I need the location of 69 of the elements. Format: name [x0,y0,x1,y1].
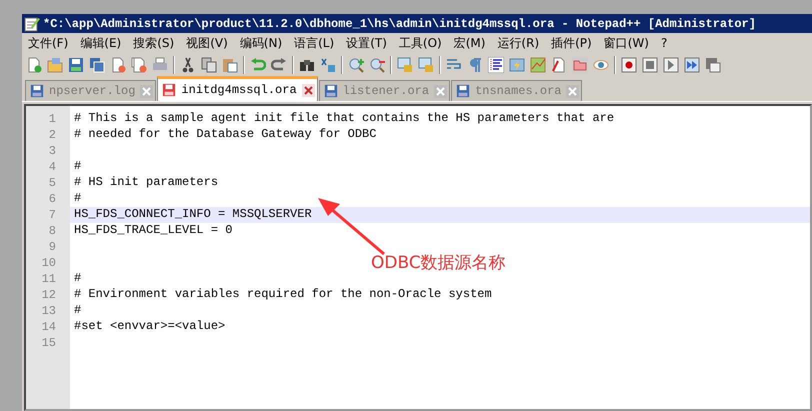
lightning-window-icon[interactable] [509,57,525,73]
annotation-text: ODBC数据源名称 [371,252,506,274]
code-line: # needed for the Database Gateway for ODBC [73,127,378,143]
line-number: 13 [40,303,57,319]
menu-item[interactable]: 文件(F) [24,34,76,52]
menu-item[interactable]: 搜索(S) [129,34,182,52]
paste-icon[interactable] [222,57,238,73]
pilcrow-icon[interactable] [467,57,483,73]
printer-icon[interactable] [152,57,168,73]
menu-item[interactable]: 宏(M) [450,34,494,52]
arrow-icon [316,196,386,256]
menu-item[interactable]: ? [656,36,676,50]
new-file-icon[interactable] [26,57,42,73]
line-number: 6 [48,191,57,207]
menu-item[interactable]: 工具(O) [394,34,450,52]
line-number: 14 [40,319,57,335]
notepad-icon [24,16,40,32]
line-number: 10 [40,255,57,271]
code-line: # [73,303,82,319]
line-number: 5 [48,175,57,191]
redo-icon[interactable] [271,57,287,73]
code-line: # HS init parameters [73,175,220,191]
eye-icon[interactable] [593,57,609,73]
menu-item[interactable]: 视图(V) [182,34,236,52]
code-line: #set <envvar>=<value> [73,319,226,335]
save-all-icon[interactable] [89,57,105,73]
copy-icon[interactable] [201,57,217,73]
zoom-out-icon[interactable] [369,57,385,73]
line-number: 2 [48,127,57,143]
zoom-in-icon[interactable] [348,57,364,73]
menu-item[interactable]: 编辑(E) [76,34,130,52]
record-icon[interactable] [621,57,637,73]
close-file-icon[interactable] [110,57,126,73]
menu-item[interactable]: 窗口(W) [600,34,657,52]
binoculars-icon[interactable] [299,57,315,73]
menu-item[interactable]: 运行(R) [493,34,548,52]
code-line: # [73,159,82,175]
menu-item[interactable]: 设置(T) [342,34,395,52]
undo-icon[interactable] [250,57,266,73]
folder-icon[interactable] [572,57,588,73]
line-number: 7 [48,207,57,223]
save-macro-icon[interactable] [705,57,721,73]
save-icon[interactable] [68,57,84,73]
indent-guide-icon[interactable] [488,57,504,73]
play-icon[interactable] [663,57,679,73]
line-number: 4 [48,159,57,175]
close-all-icon[interactable] [131,57,147,73]
code-line: HS_FDS_TRACE_LEVEL = 0 [73,223,234,239]
line-number: 1 [48,111,57,127]
line-number: 3 [48,143,57,159]
line-number: 12 [40,287,57,303]
code-line: # Environment variables required for the non-Oracle system [73,287,493,303]
open-folder-icon[interactable] [47,57,63,73]
code-line: # [73,191,82,207]
line-number: 8 [48,223,57,239]
fast-forward-icon[interactable] [684,57,700,73]
code-line: # [73,271,82,287]
line-number: 9 [48,239,57,255]
file-tab[interactable]: initdg4mssql.ora [157,76,318,101]
menu-item[interactable]: 语言(L) [290,34,342,52]
scissors-icon[interactable] [180,57,196,73]
close-icon[interactable] [302,84,315,96]
stop-icon[interactable] [642,57,658,73]
menu-item[interactable]: 插件(P) [547,34,600,52]
menu-item[interactable]: 编码(N) [236,34,290,52]
code-line: # This is a sample agent init file that contains the HS parameters that are [73,111,616,127]
line-number: 11 [40,271,57,287]
line-number: 15 [40,335,57,351]
window-title: *C:\app\Administrator\product\11.2.0\dbhome_1\hs\admin\initdg4mssql.ora - Notepad++ [Administrator] [43,16,756,30]
